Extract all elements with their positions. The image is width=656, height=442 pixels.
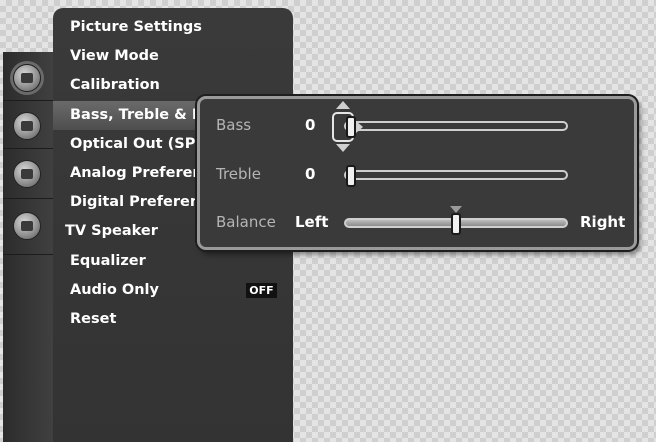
- rail-divider: [3, 254, 53, 255]
- camera-icon[interactable]: [13, 212, 41, 240]
- settings-icon[interactable]: [13, 160, 41, 188]
- balance-label: Balance: [216, 213, 276, 231]
- menu-item-picture-settings[interactable]: Picture Settings: [53, 13, 293, 42]
- menu-item-view-mode[interactable]: View Mode: [53, 42, 293, 71]
- bass-value: 0: [305, 116, 316, 134]
- balance-left-label: Left: [295, 213, 329, 231]
- bass-slider[interactable]: [344, 121, 568, 131]
- rail-divider: [3, 148, 53, 149]
- bass-label: Bass: [216, 116, 252, 134]
- menu-item-audio-only[interactable]: Audio Only OFF: [53, 276, 293, 305]
- menu-item-reset[interactable]: Reset: [53, 305, 293, 334]
- treble-value: 0: [305, 165, 316, 183]
- balance-slider-thumb[interactable]: [451, 213, 461, 235]
- audio-only-status-badge: OFF: [246, 283, 277, 298]
- bass-treble-balance-dialog: Bass 0 Treble 0 Balance Left Right: [197, 96, 637, 250]
- menu-item-equalizer[interactable]: Equalizer: [53, 247, 293, 276]
- sound-icon[interactable]: [13, 112, 41, 140]
- arrow-up-icon: [336, 101, 350, 109]
- treble-slider[interactable]: [344, 170, 568, 180]
- rail-divider: [3, 100, 53, 101]
- balance-center-marker-icon: [450, 206, 462, 213]
- treble-label: Treble: [216, 165, 261, 183]
- treble-slider-thumb[interactable]: [346, 165, 356, 187]
- arrow-right-icon: [356, 121, 363, 133]
- bass-slider-thumb[interactable]: [346, 116, 356, 138]
- balance-right-label: Right: [580, 213, 626, 231]
- category-rail: [3, 52, 54, 442]
- picture-icon[interactable]: [13, 64, 41, 92]
- arrow-down-icon: [336, 144, 350, 152]
- rail-divider: [3, 198, 53, 199]
